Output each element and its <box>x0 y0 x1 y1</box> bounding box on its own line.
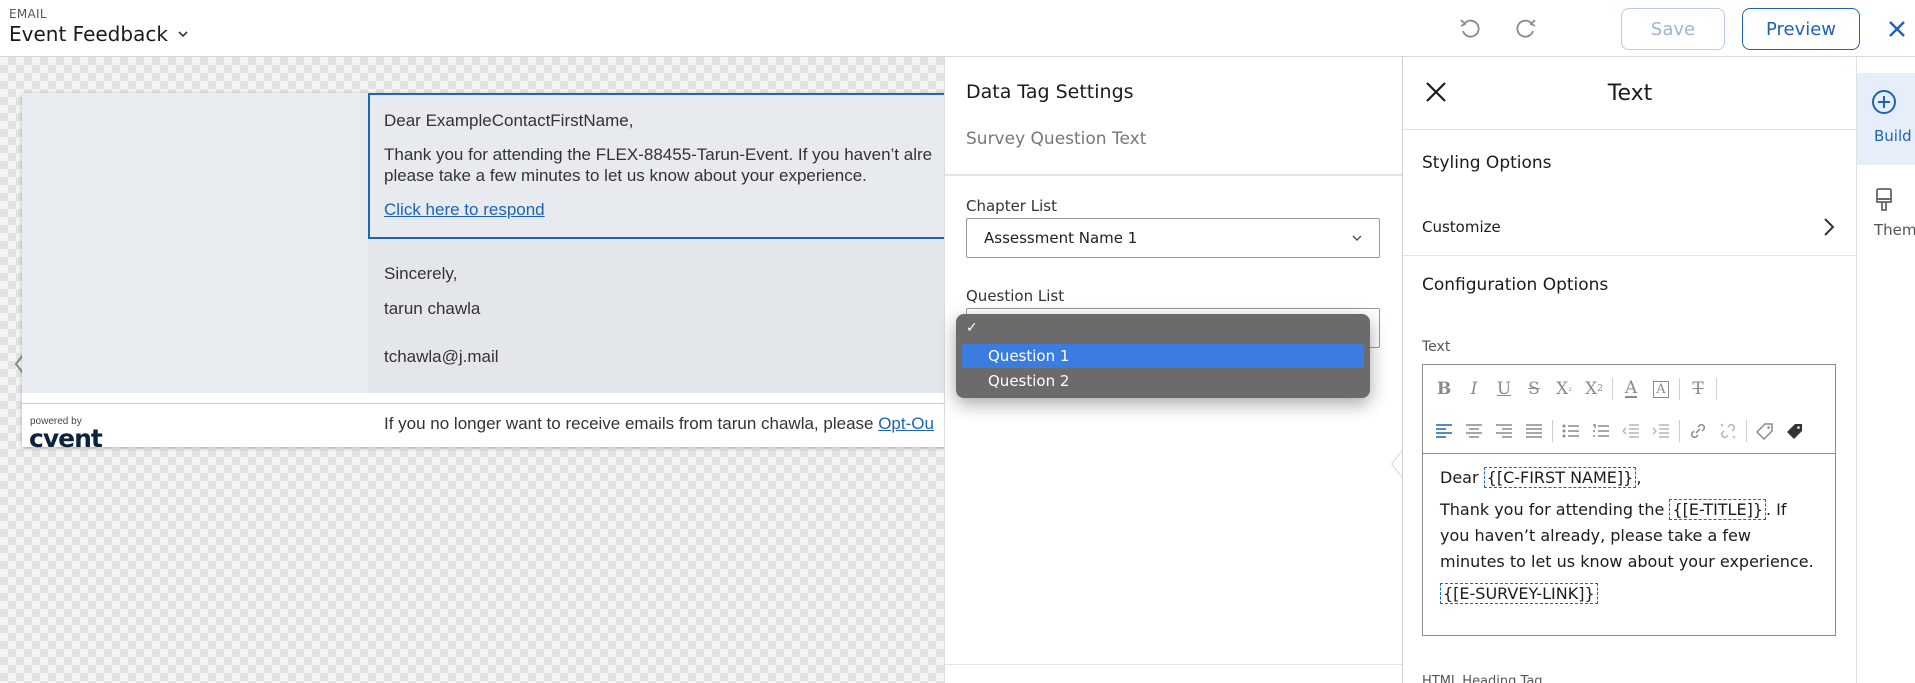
panel-title: Text <box>1607 81 1653 106</box>
editor-paragraph-greeting: Dear {[C-FIRST NAME]}, <box>1440 467 1642 488</box>
editor-toolbar-row-1: B I U S X₂ X2 A A T <box>1423 368 1835 410</box>
italic-icon[interactable]: I <box>1459 374 1489 404</box>
data-tag-settings-subtitle: Survey Question Text <box>966 129 1147 149</box>
subscript-icon[interactable]: X₂ <box>1549 374 1579 404</box>
survey-link-data-tag[interactable]: {[E-SURVEY-LINK]} <box>1440 583 1598 604</box>
question-list-label: Question List <box>966 287 1065 305</box>
save-button[interactable]: Save <box>1621 8 1725 50</box>
chapter-list-value: Assessment Name 1 <box>984 229 1138 247</box>
checkmark-icon: ✓ <box>966 320 978 336</box>
chevron-right-icon <box>1824 218 1835 236</box>
numbered-list-icon[interactable] <box>1586 416 1616 446</box>
editor-paragraph-link: {[E-SURVEY-LINK]} <box>1440 581 1820 607</box>
add-circle-icon <box>1872 90 1896 114</box>
editor-toolbar-row-2 <box>1423 410 1835 452</box>
divider <box>1403 255 1857 256</box>
optout-text: If you no longer want to receive emails … <box>384 414 879 433</box>
sender-name: tarun chawla <box>384 299 481 318</box>
right-rail: Build Theme <box>1856 57 1915 683</box>
email-left-column <box>22 93 368 393</box>
paint-brush-icon <box>1876 188 1892 211</box>
rich-text-editor[interactable]: B I U S X₂ X2 A A T Dear {[C-FIRST NAME]… <box>1422 364 1836 636</box>
email-footer-divider <box>22 403 944 404</box>
chevron-down-icon <box>1352 235 1362 241</box>
theme-tab[interactable]: Theme <box>1857 177 1915 257</box>
cvent-logo: cvent <box>29 424 103 453</box>
question-option-1[interactable]: Question 1 <box>962 344 1364 368</box>
toolbar-separator <box>1746 420 1747 442</box>
chapter-list-select[interactable]: Assessment Name 1 <box>966 218 1380 258</box>
close-editor-button[interactable] <box>1884 16 1910 42</box>
email-card: Dear ExampleContactFirstName, Thank you … <box>22 93 944 453</box>
close-icon <box>1889 21 1905 37</box>
respond-link[interactable]: Click here to respond <box>384 200 545 220</box>
email-body-line-1: Thank you for attending the FLEX-88455-T… <box>384 145 933 164</box>
toolbar-separator <box>1716 378 1717 400</box>
customize-row[interactable]: Customize <box>1422 213 1836 241</box>
undo-icon <box>1460 19 1480 38</box>
data-tag-settings-title: Data Tag Settings <box>966 81 1134 103</box>
optout-line: If you no longer want to receive emails … <box>384 414 934 434</box>
email-body-line-2: please take a few minutes to let us know… <box>384 166 867 185</box>
text-settings-panel: Text Styling Options Customize Configura… <box>1402 57 1857 683</box>
clear-formatting-icon[interactable]: T <box>1683 374 1713 404</box>
email-title: Event Feedback <box>9 22 168 46</box>
indent-icon[interactable] <box>1646 416 1676 446</box>
top-bar: EMAIL Event Feedback Save Preview <box>0 0 1915 57</box>
align-right-icon[interactable] <box>1489 416 1519 446</box>
toolbar-separator <box>1679 420 1680 442</box>
toolbar-divider <box>1423 453 1835 454</box>
superscript-icon[interactable]: X2 <box>1579 374 1609 404</box>
event-title-data-tag[interactable]: {[E-TITLE]} <box>1669 499 1766 520</box>
sender-email: tchawla@j.mail <box>384 347 499 366</box>
toolbar-separator <box>1552 420 1553 442</box>
build-tab[interactable]: Build <box>1857 73 1915 165</box>
bold-icon[interactable]: B <box>1429 374 1459 404</box>
undo-button[interactable] <box>1455 14 1485 44</box>
outdent-icon[interactable] <box>1616 416 1646 446</box>
toolbar-separator <box>1612 378 1613 400</box>
email-canvas: Dear ExampleContactFirstName, Thank you … <box>0 57 944 683</box>
theme-tab-label: Theme <box>1874 221 1915 239</box>
toolbar-separator <box>1679 378 1680 400</box>
redo-button[interactable] <box>1511 14 1541 44</box>
bulleted-list-icon[interactable] <box>1556 416 1586 446</box>
optout-link[interactable]: Opt-Ou <box>878 414 934 433</box>
question-option-2[interactable]: Question 2 <box>962 369 1364 393</box>
underline-icon[interactable]: U <box>1489 374 1519 404</box>
customize-label: Customize <box>1422 218 1501 236</box>
html-heading-tag-label: HTML Heading Tag <box>1422 674 1543 683</box>
text-color-icon[interactable]: A <box>1616 374 1646 404</box>
tag-outline-icon[interactable] <box>1750 416 1780 446</box>
email-type-label: EMAIL <box>9 7 47 21</box>
chapter-list-label: Chapter List <box>966 197 1057 215</box>
first-name-data-tag[interactable]: {[C-FIRST NAME]} <box>1483 467 1637 488</box>
chevron-down-icon <box>176 27 190 41</box>
editor-paragraph-body: Thank you for attending the {[E-TITLE]}.… <box>1440 499 1814 571</box>
divider <box>945 174 1403 176</box>
editor-content[interactable]: Dear {[C-FIRST NAME]}, Thank you for att… <box>1440 465 1820 607</box>
build-tab-label: Build <box>1874 127 1912 145</box>
email-greeting: Dear ExampleContactFirstName, <box>384 111 634 130</box>
link-icon[interactable] <box>1683 416 1713 446</box>
divider <box>945 664 1403 665</box>
styling-options-heading: Styling Options <box>1422 153 1552 173</box>
strikethrough-icon[interactable]: S <box>1519 374 1549 404</box>
text-field-label: Text <box>1422 339 1451 355</box>
unlink-icon[interactable] <box>1713 416 1743 446</box>
redo-icon <box>1516 19 1536 38</box>
data-tag-icon[interactable] <box>1780 416 1810 446</box>
background-color-icon[interactable]: A <box>1646 374 1676 404</box>
question-list-dropdown: ✓ Question 1 Question 2 <box>956 314 1370 398</box>
align-left-icon[interactable] <box>1429 416 1459 446</box>
preview-button[interactable]: Preview <box>1742 8 1860 50</box>
divider <box>1403 129 1857 130</box>
email-title-dropdown[interactable]: Event Feedback <box>9 22 190 46</box>
email-sincerely: Sincerely, <box>384 264 458 283</box>
align-justify-icon[interactable] <box>1519 416 1549 446</box>
configuration-options-heading: Configuration Options <box>1422 275 1609 295</box>
align-center-icon[interactable] <box>1459 416 1489 446</box>
